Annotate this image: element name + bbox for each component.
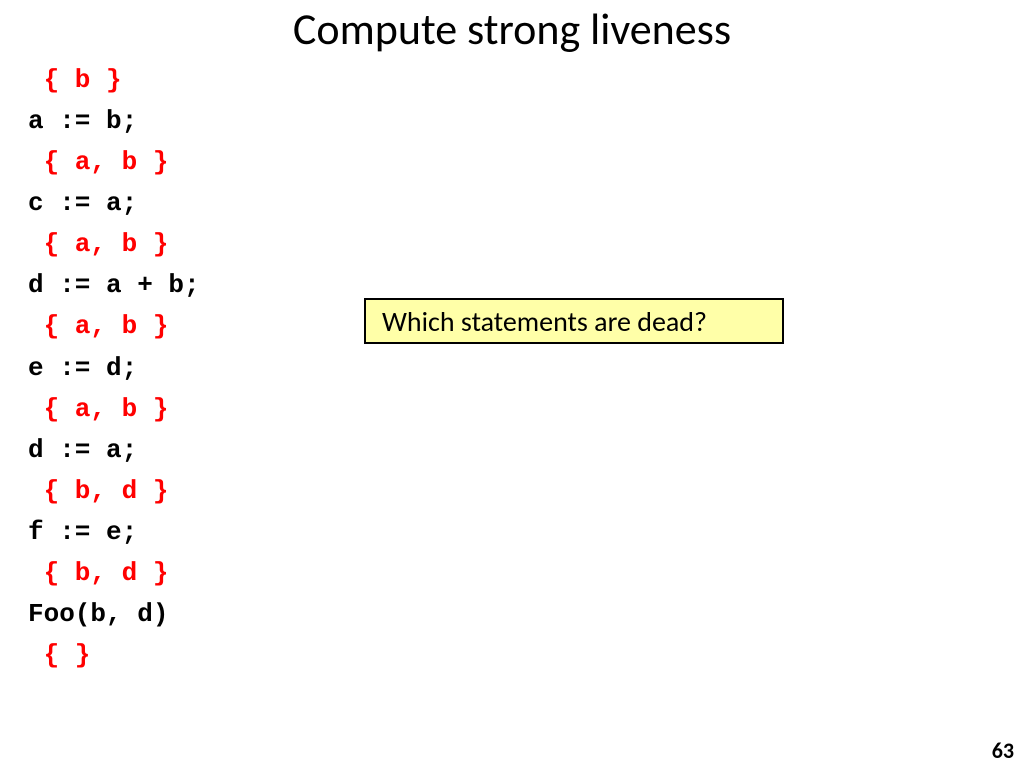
liveness-annotation: { a, b } <box>28 147 168 177</box>
code-statement: d := a + b; <box>28 270 200 300</box>
liveness-annotation: { b, d } <box>28 558 168 588</box>
slide-title: Compute strong liveness <box>0 2 1024 56</box>
code-statement: Foo(b, d) <box>28 599 168 629</box>
liveness-annotation: { a, b } <box>28 311 168 341</box>
page-number: 63 <box>992 737 1014 764</box>
code-statement: a := b; <box>28 106 137 136</box>
liveness-annotation: { b, d } <box>28 476 168 506</box>
code-statement: e := d; <box>28 353 137 383</box>
liveness-annotation: { } <box>28 640 90 670</box>
liveness-annotation: { b } <box>28 65 122 95</box>
question-callout: Which statements are dead? <box>364 298 784 344</box>
code-statement: d := a; <box>28 435 137 465</box>
callout-text: Which statements are dead? <box>382 304 707 339</box>
liveness-annotation: { a, b } <box>28 229 168 259</box>
code-statement: f := e; <box>28 517 137 547</box>
code-listing: { b } a := b; { a, b } c := a; { a, b } … <box>28 60 200 676</box>
code-statement: c := a; <box>28 188 137 218</box>
liveness-annotation: { a, b } <box>28 394 168 424</box>
